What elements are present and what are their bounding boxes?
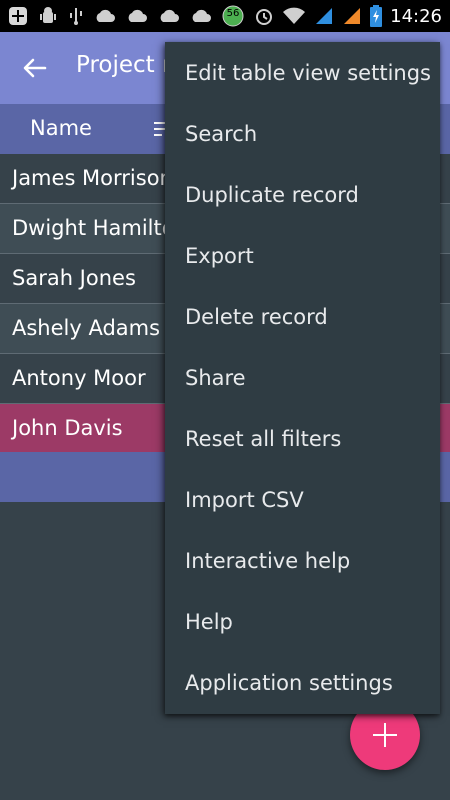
status-bar: 56 14:26 [0, 0, 450, 32]
overflow-menu: Edit table view settings Search Duplicat… [165, 42, 440, 714]
cell-name: Sarah Jones [12, 266, 136, 290]
menu-item-label: Share [185, 365, 246, 390]
menu-item-delete-record[interactable]: Delete record [165, 286, 440, 347]
menu-item-search[interactable]: Search [165, 103, 440, 164]
menu-item-edit-table-view-settings[interactable]: Edit table view settings [165, 42, 440, 103]
cell-name: Antony Moor [12, 366, 146, 390]
cloud-icon [126, 8, 148, 24]
usb-icon [68, 6, 84, 26]
battery-charging-icon [370, 5, 383, 27]
back-button[interactable] [14, 50, 54, 86]
menu-item-label: Reset all filters [185, 426, 342, 451]
cloud-icon [158, 8, 180, 24]
menu-item-application-settings[interactable]: Application settings [165, 652, 440, 713]
signal-icon [342, 6, 362, 26]
cell-name: Ashely Adams [12, 316, 161, 340]
clock: 14:26 [390, 5, 442, 27]
android-debug-icon [38, 6, 58, 26]
menu-item-duplicate-record[interactable]: Duplicate record [165, 164, 440, 225]
plus-icon [373, 723, 397, 747]
menu-item-label: Help [185, 609, 233, 634]
alarm-icon [254, 6, 274, 26]
menu-item-export[interactable]: Export [165, 225, 440, 286]
wifi-icon [282, 6, 306, 26]
menu-item-reset-all-filters[interactable]: Reset all filters [165, 408, 440, 469]
menu-item-interactive-help[interactable]: Interactive help [165, 530, 440, 591]
cloud-icon [94, 8, 116, 24]
cell-name: Dwight Hamilton [12, 216, 188, 240]
signal-icon [314, 6, 334, 26]
menu-item-label: Application settings [185, 670, 393, 695]
add-icon [8, 6, 28, 26]
menu-item-share[interactable]: Share [165, 347, 440, 408]
cell-name: James Morrison [12, 166, 173, 190]
menu-item-label: Search [185, 121, 258, 146]
menu-item-label: Delete record [185, 304, 328, 329]
menu-item-import-csv[interactable]: Import CSV [165, 469, 440, 530]
menu-item-label: Export [185, 243, 254, 268]
column-header-name[interactable]: Name [30, 116, 92, 140]
menu-item-label: Duplicate record [185, 182, 359, 207]
cloud-icon [190, 8, 212, 24]
menu-item-label: Import CSV [185, 487, 304, 512]
notification-badge-count: 56 [226, 8, 240, 19]
menu-item-help[interactable]: Help [165, 591, 440, 652]
cell-name: John Davis [12, 416, 123, 440]
menu-item-label: Edit table view settings [185, 60, 431, 85]
notification-badge-icon: 56 [222, 5, 244, 27]
arrow-back-icon [23, 58, 47, 78]
menu-item-label: Interactive help [185, 548, 351, 573]
